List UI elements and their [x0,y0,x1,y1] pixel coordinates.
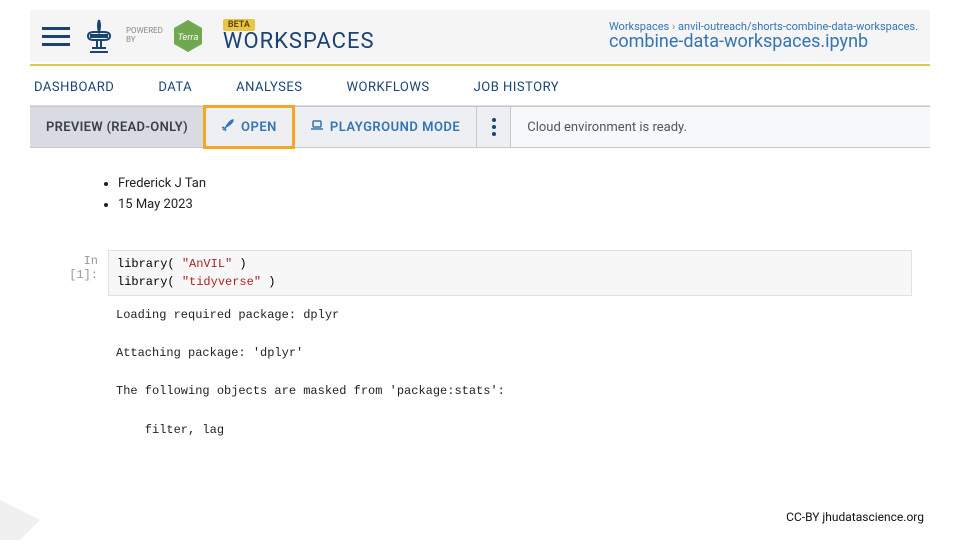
kebab-icon [492,118,496,136]
tab-dashboard[interactable]: DASHBOARD [34,80,114,95]
workspaces-heading-block: BETA WORKSPACES [223,19,375,54]
anvil-logo-icon [84,18,114,54]
hamburger-menu-icon[interactable] [42,22,70,50]
tab-analyses[interactable]: ANALYSES [236,80,302,95]
svg-text:Terra: Terra [178,32,199,42]
cloud-status-label: Cloud environment is ready. [511,107,930,147]
more-menu-button[interactable] [477,107,511,147]
code-cell: In [1]: library( "AnVIL" )library( "tidy… [48,250,912,296]
tab-job-history[interactable]: JOB HISTORY [474,80,560,95]
cell-prompt: In [1]: [48,250,108,296]
powered-by-label: POWERED BY [126,27,163,45]
rocket-icon [221,118,235,136]
app-header: POWERED BY Terra BETA WORKSPACES Workspa… [30,10,930,62]
terra-logo-icon: Terra [173,19,203,53]
laptop-icon [310,118,324,136]
breadcrumb-block: Workspaces › anvil-outreach/shorts-combi… [609,20,918,52]
notebook-action-bar: PREVIEW (READ-ONLY) OPEN PLAYGROUND MODE [30,106,930,148]
notebook-title: combine-data-workspaces.ipynb [609,31,868,52]
tab-data[interactable]: DATA [158,80,192,95]
preview-mode-label: PREVIEW (READ-ONLY) [30,107,205,147]
notebook-author: Frederick J Tan [118,174,912,195]
workspaces-title: WORKSPACES [223,29,375,54]
playground-mode-button[interactable]: PLAYGROUND MODE [294,107,477,147]
workspace-tabs: DASHBOARD DATA ANALYSES WORKFLOWS JOB HI… [30,66,930,106]
tab-workflows[interactable]: WORKFLOWS [346,80,429,95]
corner-decoration-icon [0,480,60,540]
cell-code[interactable]: library( "AnVIL" )library( "tidyverse" ) [108,250,912,296]
notebook-metadata-list: Frederick J Tan 15 May 2023 [118,174,912,216]
cell-output: Loading required package: dplyr Attachin… [108,306,912,440]
notebook-date: 15 May 2023 [118,195,912,216]
notebook-content: Frederick J Tan 15 May 2023 In [1]: libr… [30,148,930,440]
open-button[interactable]: OPEN [205,107,294,147]
attribution-label: CC-BY jhudatascience.org [786,510,924,524]
